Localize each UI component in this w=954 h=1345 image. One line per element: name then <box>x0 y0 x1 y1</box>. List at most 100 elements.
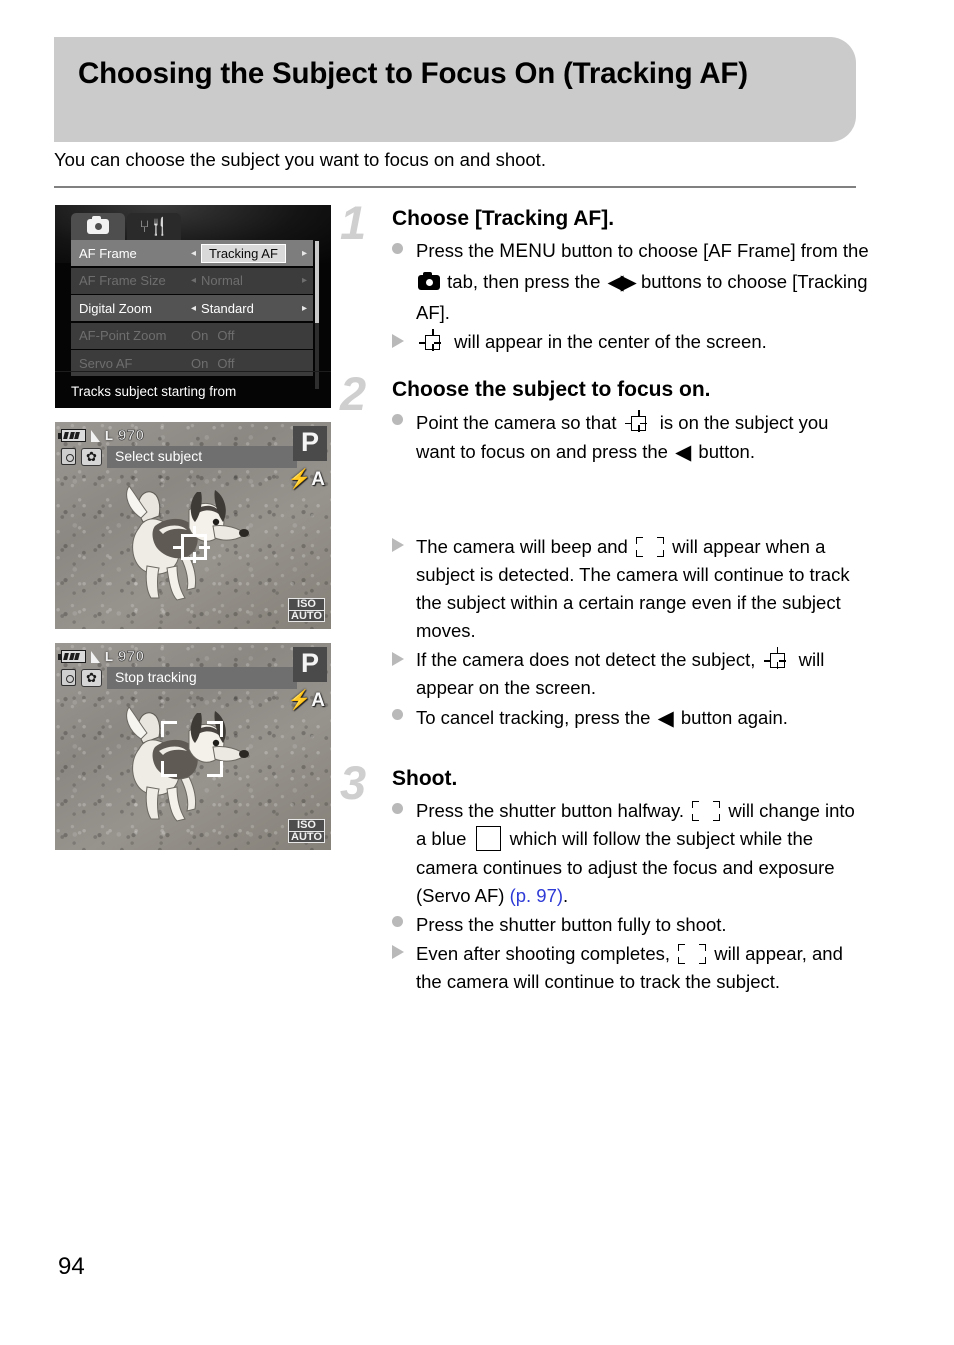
af-corner-brackets <box>161 721 223 777</box>
image-size-label: L <box>105 649 113 664</box>
menu-item-list: AF Frame ◂ Tracking AF ▸ AF Frame Size ◂… <box>71 240 313 378</box>
flash-auto-icon: ⚡A <box>287 690 325 711</box>
chevron-left-icon[interactable]: ◂ <box>191 248 196 259</box>
image-quality-fine-icon <box>91 429 100 442</box>
shooting-mode-badge: P <box>292 426 327 461</box>
page-number: 94 <box>58 1253 85 1280</box>
chevron-right-icon[interactable]: ▸ <box>302 248 307 259</box>
bullet-text: To cancel tracking, press the <box>416 707 656 729</box>
menu-value: Tracking AF <box>201 243 286 263</box>
shooting-mode-badge: P <box>292 647 327 682</box>
lcd-message-text: Stop tracking <box>107 667 297 689</box>
self-timer-icon <box>61 448 76 466</box>
lcd-message-row: ✿ Stop tracking <box>61 667 297 689</box>
bullet-text: Press the shutter button fully to shoot. <box>416 913 727 935</box>
bullet-dot-marker <box>392 802 403 814</box>
bullet-item: Press the MENU button to choose [AF Fram… <box>392 237 870 327</box>
chevron-left-icon: ◂ <box>191 275 197 286</box>
horizontal-divider <box>54 186 856 188</box>
instruction-steps: 1 Choose [Tracking AF]. Press the MENU b… <box>340 199 870 998</box>
chevron-right-icon[interactable]: ▸ <box>302 303 307 314</box>
bullet-dot-marker <box>392 916 403 928</box>
battery-full-icon <box>58 650 86 663</box>
page-header-banner: Choosing the Subject to Focus On (Tracki… <box>54 37 856 142</box>
self-timer-icon <box>61 669 76 687</box>
tab-shooting[interactable] <box>71 213 125 240</box>
camera-icon <box>87 215 109 234</box>
step-3: 3 Shoot. Press the shutter button halfwa… <box>340 759 870 996</box>
flash-auto-icon: ⚡A <box>287 469 325 490</box>
bullet-text: button to choose [AF Frame] from the <box>556 240 869 262</box>
step-bullet-list: The camera will beep and will appear whe… <box>392 533 870 736</box>
bullet-item: If the camera does not detect the subjec… <box>392 646 870 702</box>
figure-lcd-select-subject: L 970 ✿ Select subject P ⚡A ISO AUTO <box>55 422 331 629</box>
menu-row-digital-zoom[interactable]: Digital Zoom ◂ Standard ▸ <box>71 295 313 321</box>
bullet-triangle-marker <box>392 945 404 960</box>
option-on: On <box>191 328 209 343</box>
battery-full-icon <box>58 429 86 442</box>
wrench-tools-icon: ⑂🍴 <box>139 217 169 236</box>
bullet-text: button. <box>693 440 755 462</box>
chevron-right-icon: ▸ <box>301 275 307 286</box>
option-on: On <box>191 355 209 371</box>
step-heading: Choose the subject to focus on. <box>392 378 711 402</box>
shots-remaining: 970 <box>117 427 145 445</box>
af-corner-brackets-icon <box>635 536 664 557</box>
iso-value: AUTO <box>288 610 325 622</box>
camera-menu-screen: ⑂🍴 AF Frame ◂ Tracking AF ▸ AF Frame Siz… <box>55 205 331 408</box>
bullet-item: To cancel tracking, press the ◀ button a… <box>392 703 870 735</box>
page-reference-link[interactable]: (p. 97) <box>510 885 563 906</box>
iso-auto-indicator: ISO AUTO <box>288 819 325 843</box>
menu-scrollbar-thumb[interactable] <box>315 241 319 323</box>
menu-value: Normal <box>201 273 243 288</box>
iso-value: AUTO <box>288 831 325 843</box>
image-quality-fine-icon <box>91 650 100 663</box>
bullet-text: Point the camera so that <box>416 411 622 433</box>
bullet-text: Press the shutter button halfway. <box>416 800 690 822</box>
step-bullet-list: Point the camera so that is on the subje… <box>392 409 870 469</box>
tab-settings[interactable]: ⑂🍴 <box>127 213 181 240</box>
menu-button-label: MENU <box>499 241 557 263</box>
iso-auto-indicator: ISO AUTO <box>288 598 325 622</box>
af-crosshair-frame-icon <box>624 409 646 431</box>
lcd-message-text: Select subject <box>107 446 297 468</box>
bullet-text: button again. <box>675 707 788 729</box>
iso-label: ISO <box>288 819 325 832</box>
bullet-item: The camera will beep and will appear whe… <box>392 533 870 645</box>
menu-row-af-frame[interactable]: AF Frame ◂ Tracking AF ▸ <box>71 240 313 266</box>
menu-row-af-frame-size: AF Frame Size ◂ Normal ▸ <box>71 267 313 294</box>
menu-hint-text: Tracks subject starting from <box>71 384 237 399</box>
bullet-triangle-marker <box>392 333 404 348</box>
figure-column: ⑂🍴 AF Frame ◂ Tracking AF ▸ AF Frame Siz… <box>55 205 331 864</box>
left-right-buttons-icon: ◀▶ <box>607 271 637 295</box>
lcd-status-top: L 970 <box>58 648 144 665</box>
lcd-message-row: ✿ Select subject <box>61 446 297 468</box>
af-crosshair-frame-icon <box>419 329 440 351</box>
bullet-dot-marker <box>392 708 403 720</box>
bullet-text: will appear in the center of the screen. <box>449 331 767 353</box>
bullet-dot-marker <box>392 242 403 254</box>
menu-label: AF Frame <box>79 245 137 261</box>
step-heading: Choose [Tracking AF]. <box>392 207 615 230</box>
image-size-label: L <box>105 428 113 443</box>
af-crosshair-frame <box>173 526 207 560</box>
step-bullet-list: Press the MENU button to choose [AF Fram… <box>392 237 870 356</box>
left-button-icon: ◀ <box>675 440 692 464</box>
bullet-item: Point the camera so that is on the subje… <box>392 409 870 469</box>
chevron-left-icon[interactable]: ◂ <box>191 303 196 314</box>
af-corner-brackets-icon <box>692 801 721 822</box>
macro-flower-icon: ✿ <box>81 668 102 687</box>
bullet-item: Press the shutter button fully to shoot. <box>392 911 870 939</box>
intro-paragraph: You can choose the subject you want to f… <box>54 149 546 170</box>
iso-label: ISO <box>288 598 325 611</box>
step-2-continued: The camera will beep and will appear whe… <box>340 533 870 736</box>
bullet-item: Even after shooting completes, will appe… <box>392 940 870 996</box>
menu-tab-strip: ⑂🍴 <box>71 213 181 240</box>
menu-row-af-point-zoom: AF-Point Zoom On Off <box>71 322 313 349</box>
option-off: Off <box>217 328 235 343</box>
page-title: Choosing the Subject to Focus On (Tracki… <box>78 57 748 90</box>
bullet-triangle-marker <box>392 651 404 666</box>
step-heading: Shoot. <box>392 767 458 791</box>
lcd-screen-tracking: L 970 ✿ Stop tracking P ⚡A ISO AUTO <box>55 643 331 850</box>
menu-label: Servo AF <box>79 355 133 371</box>
